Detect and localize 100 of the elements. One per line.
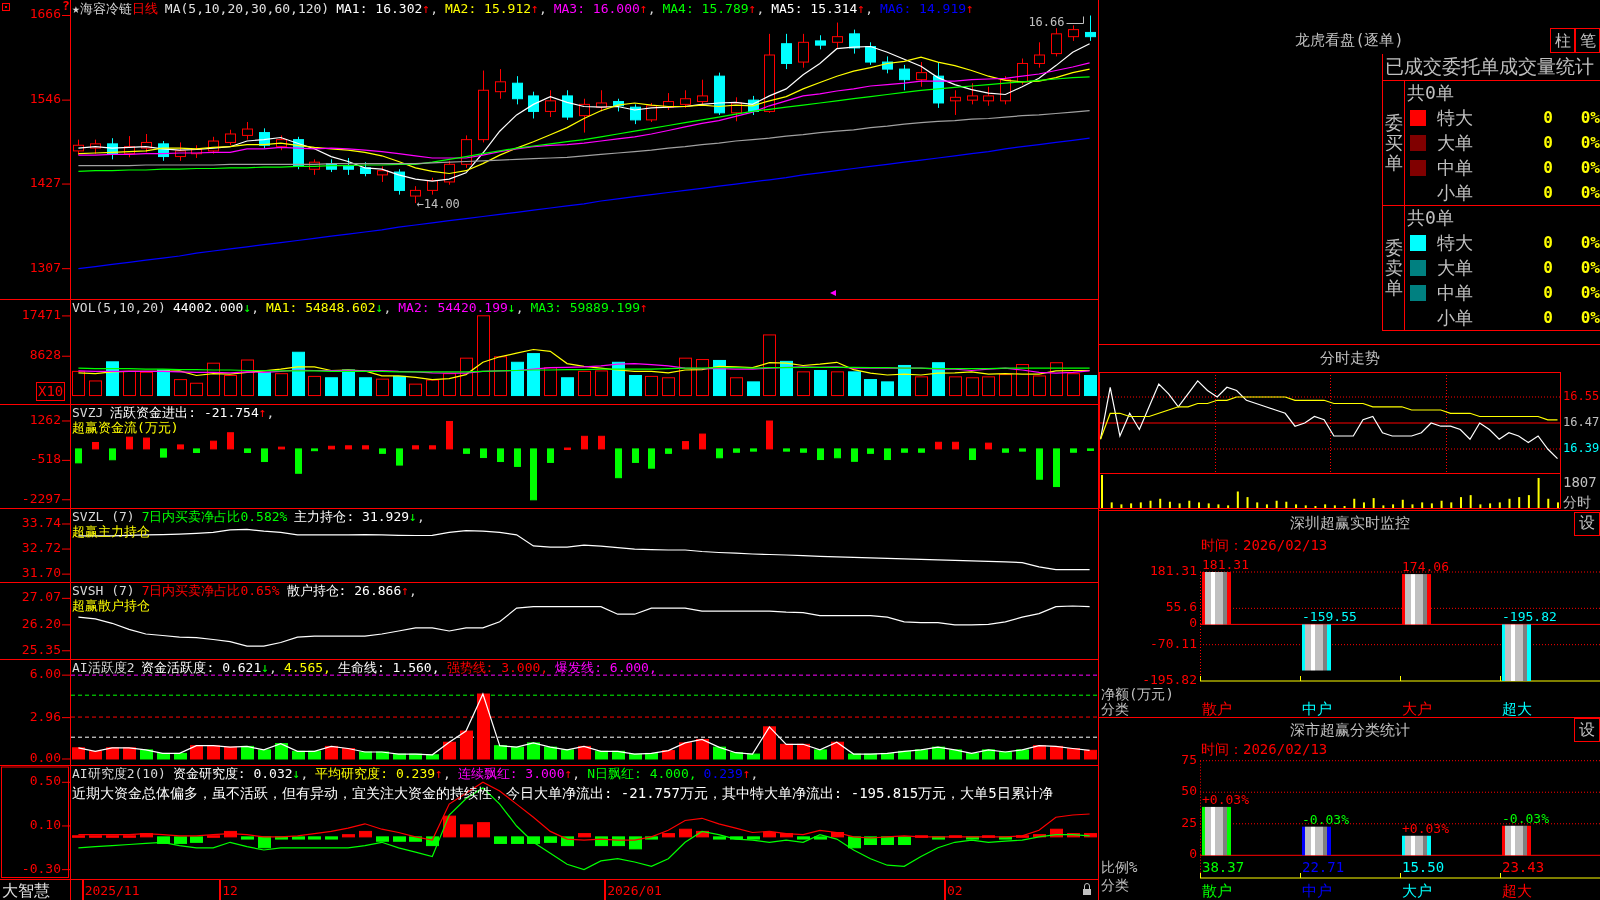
order-count: 0 [1543,308,1553,327]
axis-title: 分类 [1101,877,1129,893]
category-label: 超大 [1502,700,1532,717]
order-total: 共0单 [1407,81,1454,105]
y-axis-label: 8628 [29,347,61,363]
y-axis-label: 16.39 [1563,440,1600,455]
y-axis-label: 1427 [29,174,61,190]
axis-title: 比例% [1101,859,1138,875]
y-axis-label: 50 [1181,783,1197,799]
indicator-value: 主力持仓: 31.929↓, [294,509,425,524]
group-label: 委卖单 [1384,238,1403,298]
y-axis-label: -518 [29,451,61,467]
indicator-value: 连续飘红: 3.000↑, [457,766,581,781]
indicator-value: 7日内买卖净占比0.582% [141,509,288,524]
indicator-value: 爆发线: 6.000, [555,660,657,675]
y-axis-label: 181.31 [1150,562,1197,578]
indicator-value: MA4: 15.789↑, [662,1,765,16]
y-axis-label: 1546 [29,91,61,107]
indicator-name: VOL(5,10,20) [72,300,166,315]
order-size-label: 特大 [1437,105,1473,130]
indicator-value: 散户持仓: 26.866↑, [286,583,417,598]
indicator-value: MA2: 15.912↑, [444,1,547,16]
indicator-name: SVSH (7) [72,583,135,598]
order-percent: 0% [1580,308,1600,327]
indicator-value: 强势线: 3.000, [446,660,549,675]
date-axis-label: 2026/01 [607,883,662,898]
date-axis-label: 02 [946,883,963,898]
y-axis-label: 25 [1181,814,1197,830]
indicator-value: MA1: 54848.602↓, [266,300,392,315]
panel-title: 龙虎看盘(逐单) [1295,31,1404,50]
y-axis-label: 33.74 [21,514,61,530]
high-price-label: 16.66 [1028,14,1084,29]
indicator-name: SVZL (7) [72,509,135,524]
change-label: +0.03% [1202,791,1249,807]
category-label: 中户 [1302,882,1332,900]
value-label: 23.43 [1502,859,1545,875]
order-count: 0 [1543,233,1553,252]
order-percent: 0% [1580,283,1600,302]
y-axis-label: 0.00 [29,749,61,765]
y-axis-label: -195.82 [1142,671,1197,687]
value-label: 22.71 [1302,859,1345,875]
date-axis-label: 2025/11 [84,883,140,898]
y-axis-label: 1307 [29,259,61,275]
y-axis-label: 75 [1181,751,1197,767]
y-axis-label: 0 [1189,615,1197,631]
order-size-label: 中单 [1437,155,1473,180]
value-label: 38.37 [1202,859,1245,875]
indicator-value: 4.565, [283,660,331,675]
indicator-value: MA(5,10,20,30,60,120) [164,1,330,16]
y-axis-label: 17471 [21,306,61,322]
y-axis-label: 26.20 [21,615,61,631]
indicator-value: 0.239↑, [703,766,759,781]
indicator-value: 平均研究度: 0.239↑, [315,766,451,781]
order-size-label: 小单 [1437,180,1473,205]
y-axis-label: 1666 [29,6,61,22]
indicator-name: AI研究度2(10) [72,766,166,781]
indicator-caption: 超赢资金流(万元) [72,420,179,435]
category-label: 散户 [1202,882,1232,900]
indicator-value: MA5: 15.314↑, [771,1,873,16]
app-name: 大智慧 [2,881,50,900]
indicator-name: AI活跃度2 [72,660,135,675]
order-count: 0 [1543,133,1553,152]
y-axis-label: 6.00 [29,666,61,682]
order-percent: 0% [1580,233,1600,252]
date-axis-label: 12 [222,883,238,898]
indicator-value: 活跃资金进出: -21.754↑, [110,405,275,420]
time-label: 时间：2026/02/13 [1201,742,1328,757]
panel-title: 深市超赢分类统计 [1289,720,1410,740]
order-percent: 0% [1580,258,1600,277]
indicator-value: 7日内买卖净占比0.65% [141,583,280,598]
category-label: 中户 [1302,700,1332,717]
order-size-label: 小单 [1437,305,1473,330]
data-label: 174.06 [1402,559,1449,575]
y-axis-label: 0.10 [29,816,61,832]
order-size-label: 大单 [1437,255,1473,280]
volume-label: 分时 [1563,494,1591,510]
unit-label: X10 [36,382,66,401]
y-axis-label: -2297 [21,490,61,506]
indicator-value: 资金研究度: 0.032↓, [172,766,309,781]
indicator-value: MA3: 59889.199↑ [530,300,648,315]
y-axis-label: -70.11 [1150,635,1197,651]
indicator-value: 生命线: 1.560, [337,660,440,675]
order-percent: 0% [1580,133,1600,152]
y-axis-label: 1262 [29,411,61,427]
volume-scale-label: 1807 [1563,474,1597,490]
y-axis-label: 2.96 [29,708,61,724]
y-axis-label: 27.07 [21,589,61,605]
order-percent: 0% [1580,108,1600,127]
indicator-name: ★海容冷链 [72,1,132,16]
indicator-value: MA3: 16.000↑, [553,1,656,16]
indicator-value: 资金活跃度: 0.621↓, [141,660,277,675]
y-axis-label: 0.50 [29,773,61,789]
order-count: 0 [1543,283,1553,302]
panel-title: 深圳超赢实时监控 [1289,514,1410,533]
order-percent: 0% [1580,158,1600,177]
category-label: 大户 [1402,700,1432,717]
change-label: -0.03% [1302,811,1349,827]
order-percent: 0% [1580,183,1600,202]
value-label: 15.50 [1402,859,1445,875]
axis-title: 净额(万元) [1101,686,1174,702]
